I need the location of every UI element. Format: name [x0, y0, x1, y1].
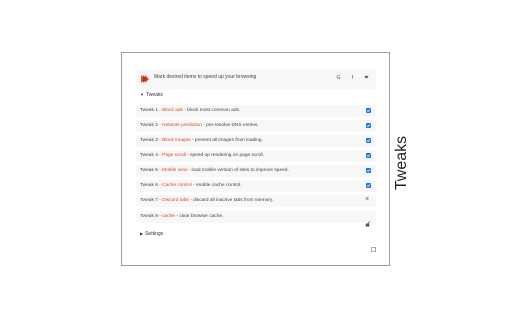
logo-icon [141, 75, 149, 83]
tweak-prefix: Tweak 6 - [140, 183, 163, 188]
triangle-down-icon: ▼ [140, 92, 144, 97]
tweaks-section-label: Tweaks [145, 92, 163, 98]
tweak-prefix: Tweak 1 - [140, 108, 163, 113]
check-icon [366, 139, 371, 143]
tweak-description: - pre-resolve DNS entries. [201, 123, 259, 128]
check-icon [366, 109, 371, 113]
tweak-description: - load mobile version of sites to improv… [187, 168, 289, 173]
tweak-prefix: Tweak 5 - [140, 168, 163, 173]
broom-icon[interactable] [365, 214, 371, 227]
tweak-row[interactable]: Tweak 4 - Page scroll - speed up renderi… [136, 150, 376, 162]
tweak-prefix: Tweak 2 - [140, 123, 163, 128]
tweak-row[interactable]: Tweak 3 - Block images - prevent all ima… [136, 135, 376, 147]
check-icon [366, 169, 371, 173]
tweak-label: Tweak 4 - Page scroll - speed up renderi… [140, 153, 264, 158]
tweak-label: Tweak 6 - Cache control - enable cache c… [140, 183, 242, 188]
tweak-checkbox[interactable] [366, 123, 371, 128]
google-share-button[interactable]: G [334, 74, 343, 83]
tweak-row[interactable]: Tweak 7 - Discard tabs - discard all ina… [136, 195, 376, 207]
check-icon [366, 184, 371, 188]
panel-header: Mark desired items to speed up your brow… [136, 69, 376, 89]
tweak-row[interactable]: Tweak 5 - Mobile view - load mobile vers… [136, 165, 376, 177]
tweak-row[interactable]: Tweak 8 - cache - clear browser cache. [136, 211, 376, 227]
tweak-description: - clear browser cache. [174, 214, 224, 219]
facebook-share-button[interactable]: f [348, 74, 357, 83]
settings-section-label: Settings [145, 231, 164, 237]
tweak-description: - discard all inactive tabs from memory. [188, 198, 274, 203]
heart-button[interactable]: ❤ [362, 74, 371, 83]
triangle-right-icon: ▶ [140, 231, 144, 236]
tweak-label: Tweak 2 - Network prediction - pre-resol… [140, 123, 259, 128]
tweak-checkbox[interactable] [366, 168, 371, 173]
tweak-label: Tweak 8 - cache - clear browser cache. [140, 214, 223, 219]
tweak-prefix: Tweak 8 - [140, 214, 163, 219]
tweak-row[interactable]: Tweak 1 - Block ads - block most common … [136, 105, 376, 117]
tweak-checkbox[interactable] [366, 153, 371, 158]
tweak-description: - enable cache control. [191, 183, 242, 188]
side-title: Tweaks [393, 135, 410, 191]
tweak-description: - block most common ads. [182, 108, 241, 113]
tweak-name: Block ads [162, 108, 183, 113]
tweak-name: Network prediction [162, 123, 202, 128]
tweak-checkbox[interactable] [366, 108, 371, 113]
tweak-prefix: Tweak 4 - [140, 153, 163, 158]
tweak-name: Discard tabs [162, 198, 189, 203]
close-icon[interactable]: × [365, 196, 369, 204]
tweak-label: Tweak 3 - Block images - prevent all ima… [140, 138, 263, 143]
tweak-prefix: Tweak 7 - [140, 198, 163, 203]
tweak-label: Tweak 1 - Block ads - block most common … [140, 108, 240, 113]
tweak-row[interactable]: Tweak 2 - Network prediction - pre-resol… [136, 120, 376, 132]
tweak-name: Block images [162, 138, 191, 143]
tweak-label: Tweak 5 - Mobile view - load mobile vers… [140, 168, 289, 173]
tweak-name: Mobile view [162, 168, 188, 173]
tweak-name: Cache control [162, 183, 192, 188]
settings-section-toggle[interactable]: ▶ Settings [140, 231, 163, 237]
tweak-label: Tweak 7 - Discard tabs - discard all ina… [140, 198, 273, 203]
tweaks-section-toggle[interactable]: ▼ Tweaks [140, 92, 163, 98]
header-text: Mark desired items to speed up your brow… [154, 74, 257, 80]
tweak-checkbox[interactable] [366, 138, 371, 143]
check-icon [366, 124, 371, 128]
tweak-description: - speed up rendering on page scroll. [185, 153, 265, 158]
tweak-name: cache [162, 214, 175, 219]
tweak-prefix: Tweak 3 - [140, 138, 163, 143]
tweak-name: Page scroll [162, 153, 186, 158]
tweak-row[interactable]: Tweak 6 - Cache control - enable cache c… [136, 180, 376, 192]
check-icon [366, 154, 371, 158]
tweak-checkbox[interactable] [366, 183, 371, 188]
tweaks-panel: Mark desired items to speed up your brow… [121, 52, 390, 266]
resize-icon[interactable] [371, 247, 376, 252]
tweak-description: - prevent all images from loading. [190, 138, 263, 143]
